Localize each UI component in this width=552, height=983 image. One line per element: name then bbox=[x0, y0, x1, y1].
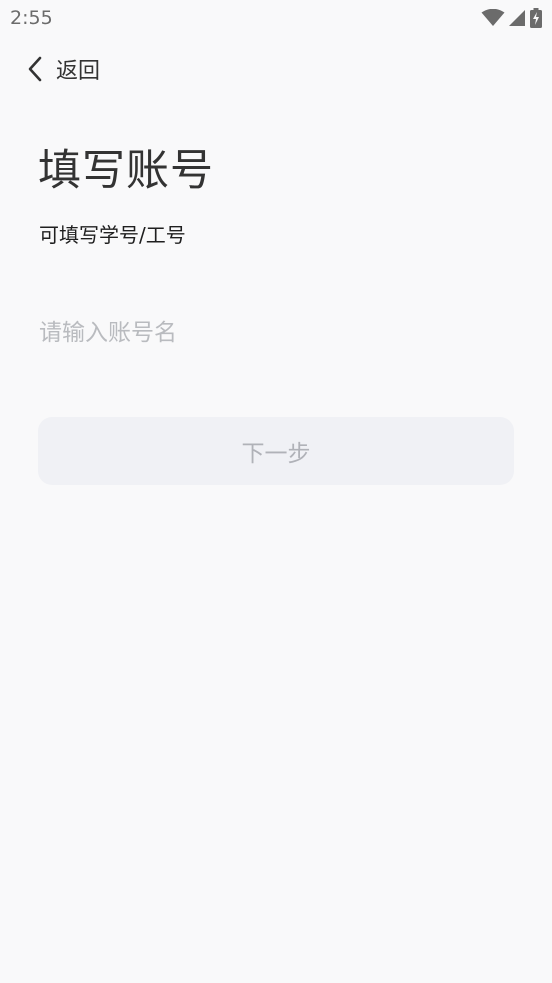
page-title: 填写账号 bbox=[38, 146, 214, 196]
status-bar: 2:55 bbox=[0, 0, 552, 38]
chevron-left-icon bbox=[26, 55, 44, 83]
page-subtitle: 可填写学号/工号 bbox=[39, 223, 186, 247]
wifi-icon bbox=[481, 8, 505, 27]
status-time: 2:55 bbox=[10, 7, 53, 29]
back-button[interactable]: 返回 bbox=[26, 52, 100, 86]
status-icons bbox=[481, 7, 542, 29]
next-button[interactable]: 下一步 bbox=[38, 417, 514, 485]
back-label: 返回 bbox=[56, 59, 101, 84]
battery-charging-icon bbox=[530, 8, 542, 28]
account-input[interactable] bbox=[39, 310, 513, 356]
cellular-signal-icon bbox=[509, 9, 526, 27]
